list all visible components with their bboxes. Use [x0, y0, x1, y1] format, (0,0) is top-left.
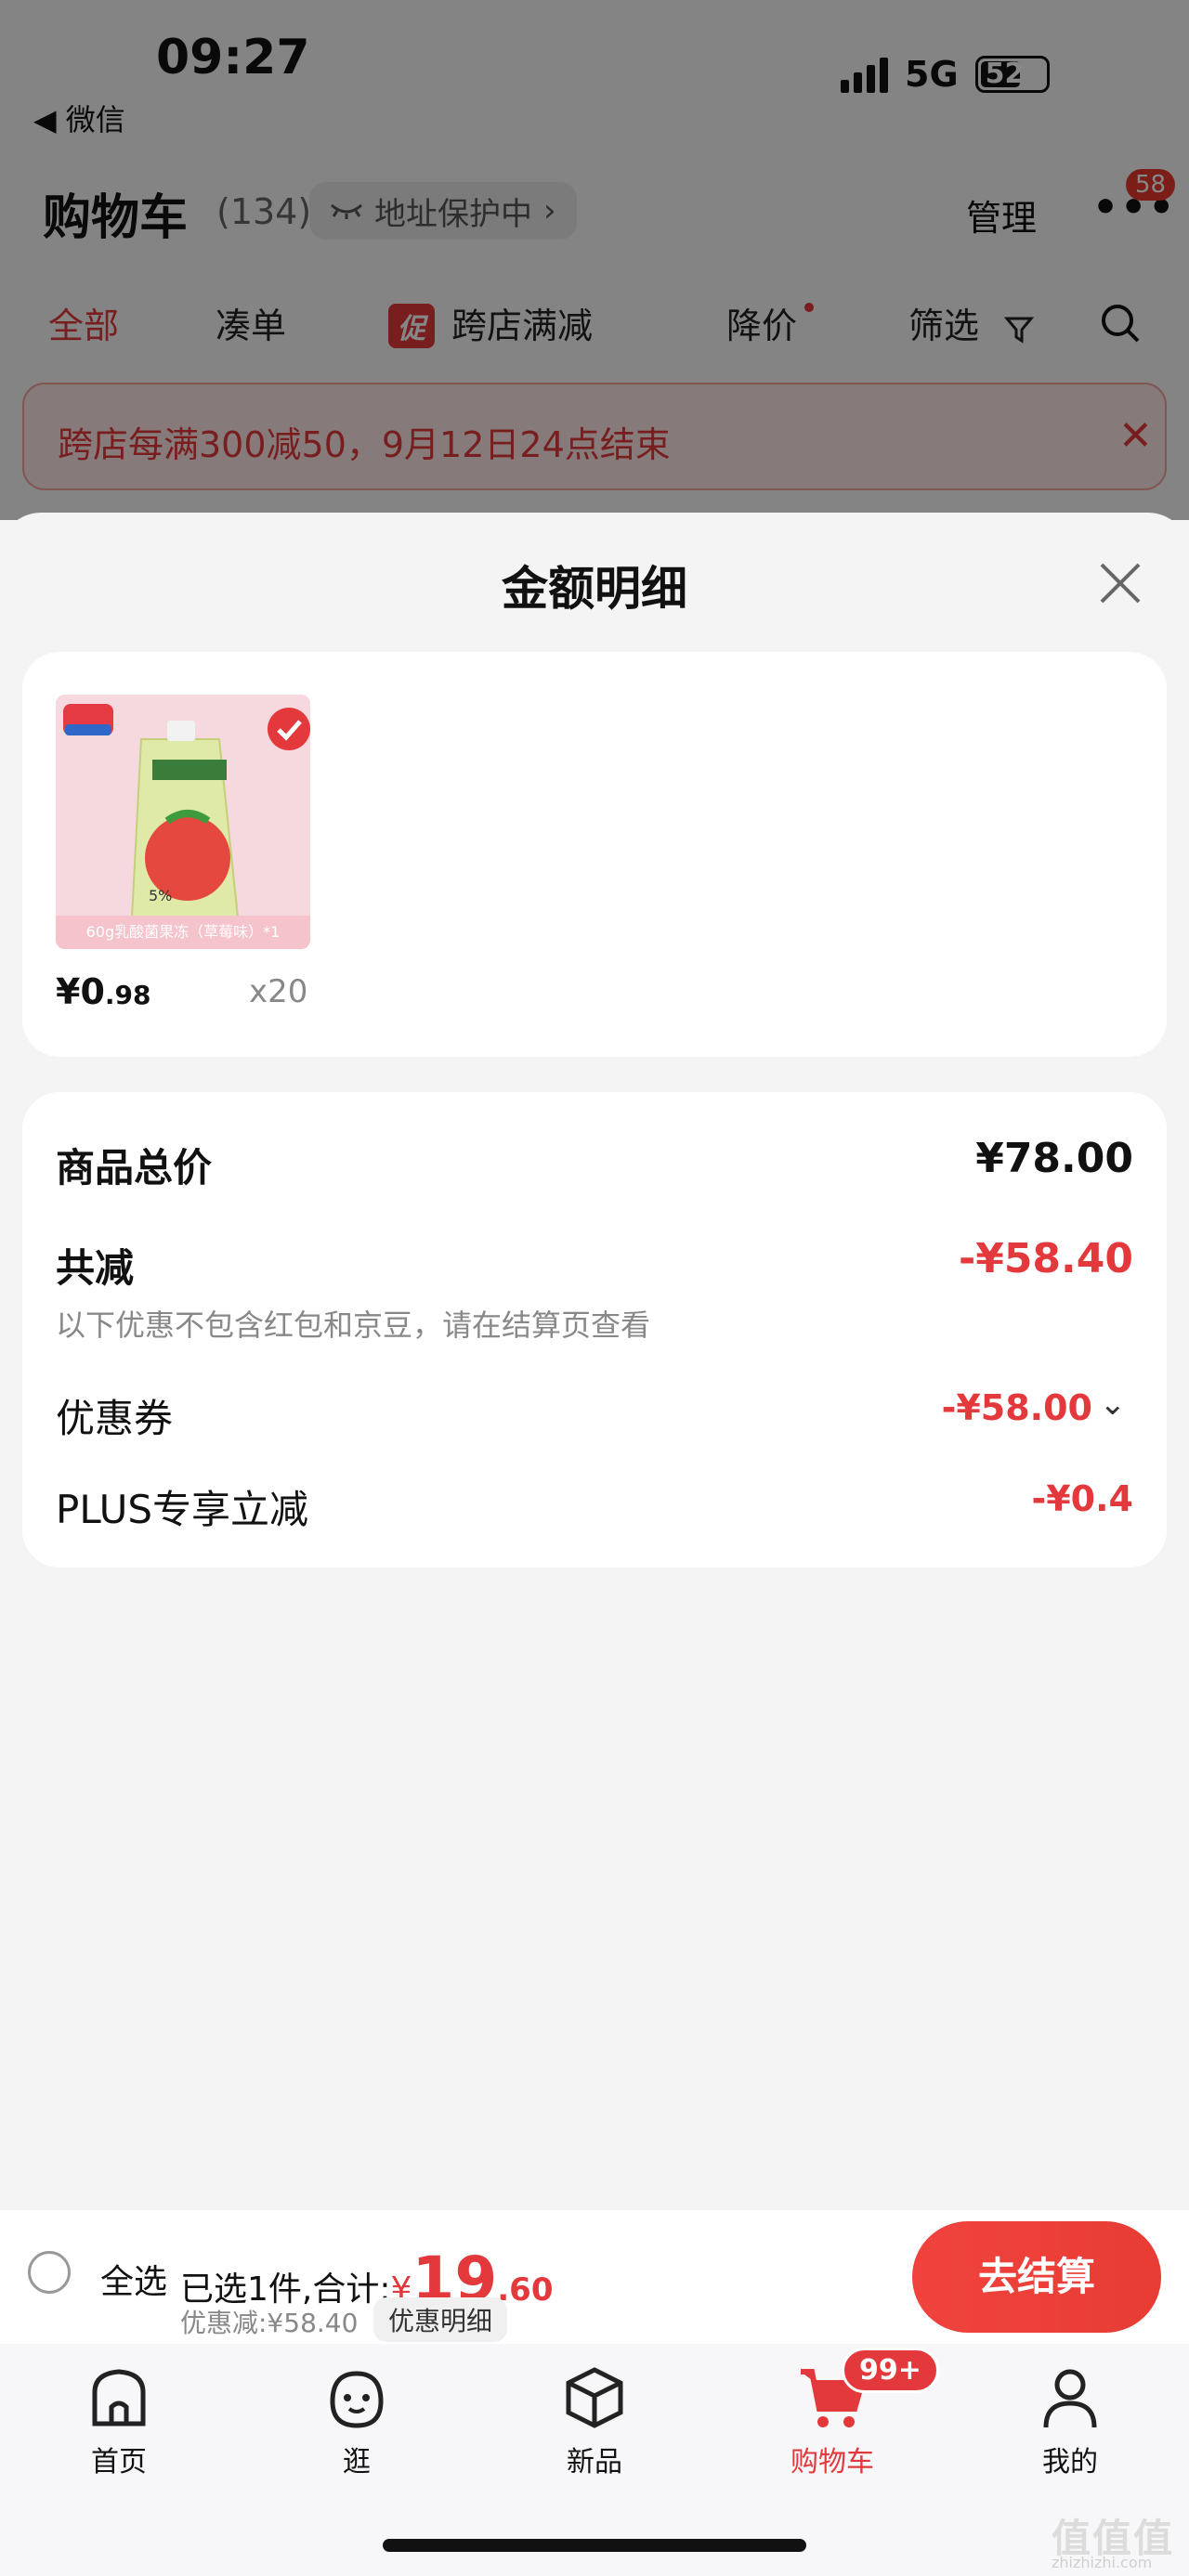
cart-badge: 99+ [842, 2348, 939, 2393]
item-price-int: ¥0 [56, 971, 105, 1012]
chevron-down-icon[interactable]: ⌄ [1100, 1386, 1127, 1423]
total-price-value: ¥78.00 [975, 1135, 1133, 1182]
watermark-url: zhizhizhi.com [1052, 2554, 1153, 2571]
coupon-value[interactable]: -¥58.00 [942, 1387, 1092, 1428]
tabbar-home-label: 首页 [91, 2446, 147, 2478]
modal-overlay[interactable] [0, 0, 1189, 520]
item-quantity: x20 [249, 973, 308, 1010]
item-price-dec: .98 [104, 980, 151, 1010]
plus-discount-label: PLUS专享立减 [56, 1487, 309, 1532]
face-icon [330, 2371, 384, 2428]
product-thumbnail[interactable]: 5% 60g乳酸菌果冻（草莓味）*1 [56, 695, 310, 949]
checkout-bar: 全选 已选1件,合计:¥19.60 优惠减:¥58.40 优惠明细 去结算 [0, 2210, 1189, 2344]
select-all-radio[interactable] [28, 2251, 71, 2294]
home-icon [92, 2369, 146, 2426]
tabbar-home[interactable]: 首页 [45, 2361, 193, 2479]
coupon-label: 优惠券 [56, 1396, 174, 1441]
tabbar-mine[interactable]: 我的 [996, 2361, 1144, 2479]
user-icon [1043, 2369, 1097, 2428]
close-icon[interactable] [1094, 557, 1146, 609]
product-caption: 60g乳酸菌果冻（草莓味）*1 [56, 916, 310, 949]
box-icon [566, 2367, 623, 2428]
amount-summary-card: 商品总价 ¥78.00 共减 -¥58.40 以下优惠不包含红包和京豆，请在结算… [22, 1092, 1167, 1568]
plus-discount-value: -¥0.4 [1031, 1478, 1133, 1519]
tabbar-mine-label: 我的 [1042, 2446, 1098, 2478]
select-all-label[interactable]: 全选 [100, 2255, 167, 2303]
tabbar-new-label: 新品 [567, 2446, 622, 2478]
tabbar-explore-label: 逛 [343, 2446, 371, 2478]
discount-total: 优惠减:¥58.40 [180, 2308, 359, 2338]
svg-text:5%: 5% [149, 887, 172, 904]
tabbar-new[interactable]: 新品 [520, 2361, 669, 2479]
discount-detail-link[interactable]: 优惠明细 [373, 2297, 508, 2342]
reduction-note: 以下优惠不包含红包和京豆，请在结算页查看 [56, 1308, 651, 1343]
checkout-button[interactable]: 去结算 [912, 2221, 1161, 2333]
sheet-title: 金额明细 [502, 562, 687, 616]
total-dec: .60 [497, 2271, 554, 2309]
total-price-label: 商品总价 [56, 1145, 213, 1190]
selected-check-icon[interactable] [268, 708, 310, 750]
product-card: 5% 60g乳酸菌果冻（草莓味）*1 ¥0.98 x20 [22, 652, 1167, 1057]
total-reduction-value: -¥58.40 [958, 1235, 1133, 1282]
total-reduction-label: 共减 [56, 1245, 135, 1291]
tabbar-cart-label: 购物车 [790, 2446, 874, 2478]
item-unit-price: ¥0.98 [56, 971, 151, 1012]
home-indicator[interactable] [383, 2539, 806, 2552]
tabbar-explore[interactable]: 逛 [282, 2361, 431, 2479]
